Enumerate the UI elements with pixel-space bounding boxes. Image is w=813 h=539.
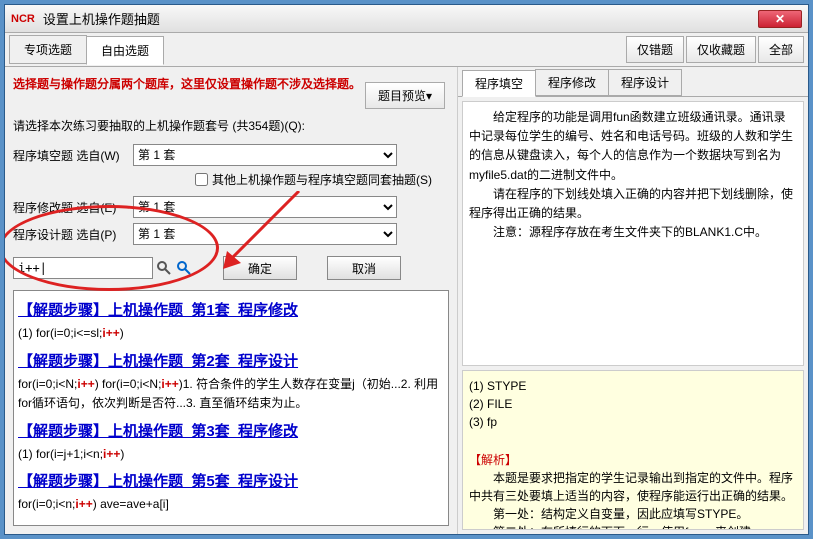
- results-list[interactable]: 【解题步骤】上机操作题_第1套_程序修改 (1) for(i=0;i<=sl;i…: [13, 290, 449, 526]
- search-icon-blue[interactable]: [175, 259, 193, 277]
- filter-all[interactable]: 全部: [758, 36, 804, 63]
- row-modify: 程序修改题 选自(E) 第 1 套: [13, 196, 449, 218]
- answer-body: 第一处：结构定义自变量，因此应填写STYPE。: [469, 505, 797, 523]
- result-link[interactable]: 【解题步骤】上机操作题_第5套_程序设计: [18, 470, 444, 491]
- tab-free[interactable]: 自由选题: [86, 36, 164, 65]
- same-set-checkbox[interactable]: [195, 173, 208, 186]
- tab-special[interactable]: 专项选题: [9, 35, 87, 64]
- rtab-fill[interactable]: 程序填空: [462, 70, 536, 97]
- same-set-checkbox-row: 其他上机操作题与程序填空题同套抽题(S): [195, 171, 449, 188]
- content-area: 选择题与操作题分属两个题库，这里仅设置操作题不涉及选择题。 题目预览 ▾ 请选择…: [5, 67, 808, 534]
- label-design: 程序设计题 选自(P): [13, 226, 133, 243]
- problem-p1: 给定程序的功能是调用fun函数建立班级通讯录。通讯录中记录每位学生的编号、姓名和…: [469, 108, 797, 185]
- answer-panel[interactable]: (1) STYPE (2) FILE (3) fp 【解析】 本题是要求把指定的…: [462, 370, 804, 530]
- result-link[interactable]: 【解题步骤】上机操作题_第3套_程序修改: [18, 420, 444, 441]
- left-panel: 选择题与操作题分属两个题库，这里仅设置操作题不涉及选择题。 题目预览 ▾ 请选择…: [5, 67, 457, 534]
- answer-line: (2) FILE: [469, 395, 797, 413]
- answer-line: (1) STYPE: [469, 377, 797, 395]
- dropdown-icon: ▾: [426, 89, 432, 103]
- row-fill: 程序填空题 选自(W) 第 1 套: [13, 144, 449, 166]
- problem-p3: 注意：源程序存放在考生文件夹下的BLANK1.C中。: [469, 223, 797, 242]
- ok-button[interactable]: 确定: [223, 256, 297, 280]
- cancel-button[interactable]: 取消: [327, 256, 401, 280]
- problem-text[interactable]: 给定程序的功能是调用fun函数建立班级通讯录。通讯录中记录每位学生的编号、姓名和…: [462, 101, 804, 366]
- label-fill: 程序填空题 选自(W): [13, 147, 133, 164]
- rtab-design[interactable]: 程序设计: [608, 69, 682, 96]
- filter-wrong[interactable]: 仅错题: [626, 36, 684, 63]
- answer-body: 本题是要求把指定的学生记录输出到指定的文件中。程序中共有三处要填上适当的内容，使…: [469, 469, 797, 505]
- result-desc: (1) for(i=j+1;i<n;i++): [18, 445, 444, 465]
- search-row: 确定 取消: [13, 256, 449, 280]
- filter-fav[interactable]: 仅收藏题: [686, 36, 756, 63]
- instruction-text: 请选择本次练习要抽取的上机操作题套号 (共354题)(Q):: [13, 117, 449, 134]
- top-toolbar: 专项选题 自由选题 仅错题 仅收藏题 全部: [5, 33, 808, 67]
- select-design[interactable]: 第 1 套: [133, 223, 397, 245]
- select-fill[interactable]: 第 1 套: [133, 144, 397, 166]
- window-title: 设置上机操作题抽题: [43, 9, 758, 28]
- same-set-label: 其他上机操作题与程序填空题同套抽题(S): [212, 171, 432, 188]
- result-link[interactable]: 【解题步骤】上机操作题_第2套_程序设计: [18, 350, 444, 371]
- result-desc: (1) for(i=0;i<=sl;i++): [18, 324, 444, 344]
- search-icon[interactable]: [155, 259, 173, 277]
- titlebar: NCR 设置上机操作题抽题 ✕: [5, 5, 808, 33]
- select-modify[interactable]: 第 1 套: [133, 196, 397, 218]
- close-button[interactable]: ✕: [758, 10, 802, 28]
- label-modify: 程序修改题 选自(E): [13, 199, 133, 216]
- result-desc: for(i=0;i<n;i++) ave=ave+a[i]: [18, 495, 444, 515]
- result-link[interactable]: 【解题步骤】上机操作题_第1套_程序修改: [18, 299, 444, 320]
- preview-button[interactable]: 题目预览 ▾: [365, 82, 445, 109]
- row-design: 程序设计题 选自(P) 第 1 套: [13, 223, 449, 245]
- close-icon: ✕: [775, 12, 785, 26]
- search-input[interactable]: [13, 257, 153, 279]
- result-desc: for(i=0;i<N;i++) for(i=0;i<N;i++)1. 符合条件…: [18, 375, 444, 414]
- app-window: NCR 设置上机操作题抽题 ✕ 专项选题 自由选题 仅错题 仅收藏题 全部 选择…: [4, 4, 809, 535]
- right-panel: 程序填空 程序修改 程序设计 给定程序的功能是调用fun函数建立班级通讯录。通讯…: [457, 67, 808, 534]
- rtab-modify[interactable]: 程序修改: [535, 69, 609, 96]
- answer-line: (3) fp: [469, 413, 797, 431]
- problem-p2: 请在程序的下划线处填入正确的内容并把下划线删除，使程序得出正确的结果。: [469, 185, 797, 223]
- answer-head: 【解析】: [469, 451, 797, 469]
- right-tabs: 程序填空 程序修改 程序设计: [458, 67, 808, 97]
- answer-body: 第二处：在所填行的下面一行，使用fopen来创建: [469, 523, 797, 531]
- app-logo: NCR: [11, 13, 35, 25]
